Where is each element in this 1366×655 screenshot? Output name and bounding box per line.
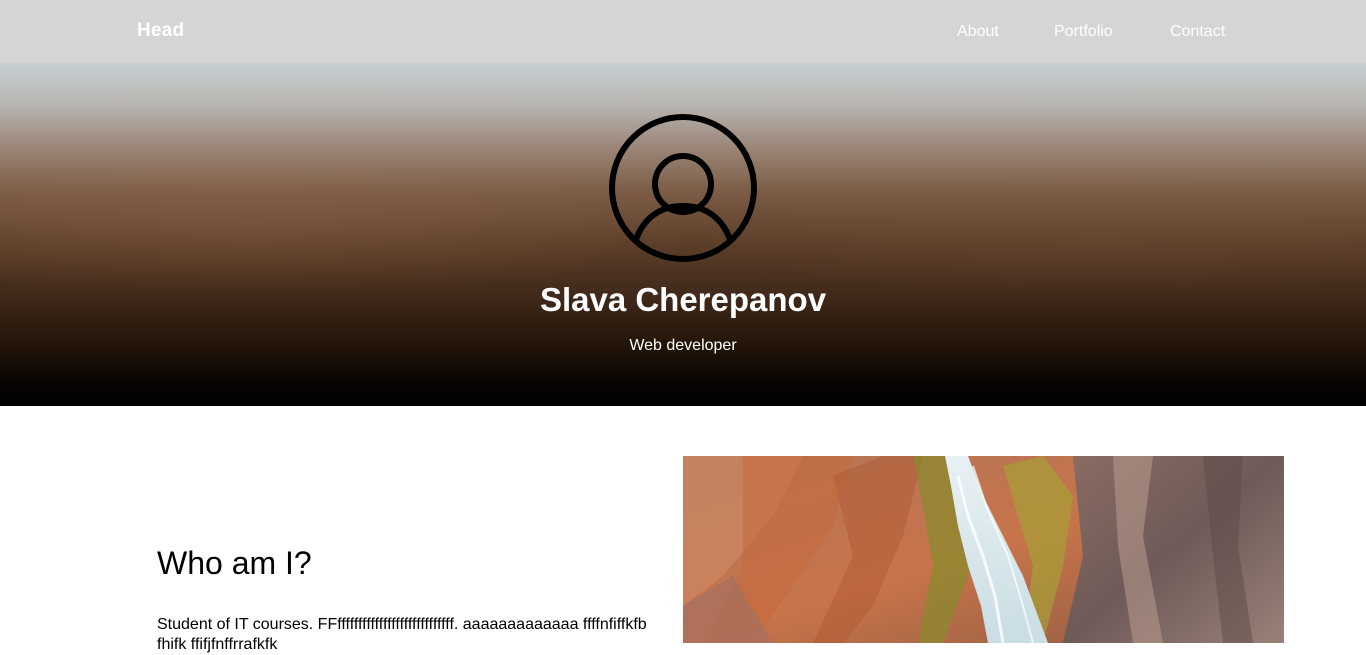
brand-logo[interactable]: Head bbox=[137, 20, 184, 42]
about-heading: Who am I? bbox=[157, 545, 312, 581]
hero-section: Slava Cherepanov Web developer bbox=[0, 63, 1366, 406]
user-circle-icon bbox=[609, 114, 757, 262]
nav-link-about[interactable]: About bbox=[957, 23, 999, 41]
waterfall-photo bbox=[683, 456, 1284, 643]
nav-link-contact[interactable]: Contact bbox=[1170, 23, 1225, 41]
nav-link-portfolio[interactable]: Portfolio bbox=[1054, 23, 1113, 41]
hero-background-haze bbox=[700, 173, 1366, 293]
profile-name: Slava Cherepanov bbox=[539, 281, 827, 318]
about-description: Student of IT courses. FFfffffffffffffff… bbox=[157, 616, 647, 653]
profile-role: Web developer bbox=[629, 337, 737, 354]
hero-background-haze bbox=[0, 153, 700, 293]
top-navbar: Head About Portfolio Contact bbox=[0, 0, 1366, 63]
waterfall-image bbox=[683, 456, 1284, 643]
